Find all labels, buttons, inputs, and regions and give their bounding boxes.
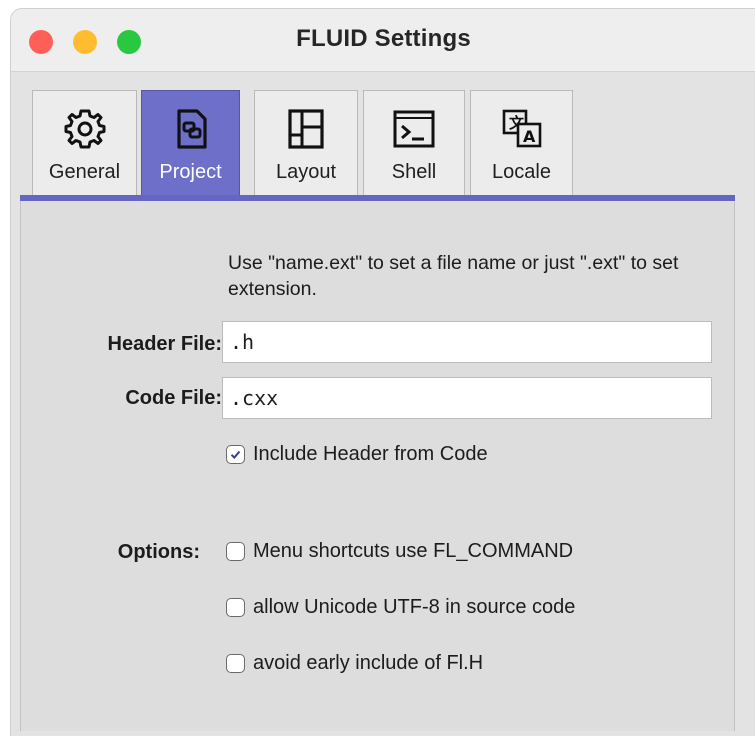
tab-general[interactable]: General	[32, 90, 137, 196]
svg-text:A: A	[523, 127, 536, 146]
options-label: Options:	[117, 541, 200, 563]
include-header-label: Include Header from Code	[253, 442, 488, 465]
code-file-label: Code File:	[125, 387, 222, 409]
tab-project[interactable]: Project	[141, 90, 240, 196]
early-include-checkbox[interactable]	[226, 653, 245, 673]
menu-shortcuts-checkbox[interactable]	[226, 541, 245, 561]
tab-layout[interactable]: Layout	[254, 90, 358, 196]
include-header-row[interactable]: Include Header from Code	[226, 441, 488, 467]
checkmark-icon	[230, 450, 241, 459]
terminal-icon	[393, 110, 435, 148]
header-file-label: Header File:	[107, 333, 222, 355]
tab-shell[interactable]: Shell	[363, 90, 465, 196]
utf8-source-label: allow Unicode UTF-8 in source code	[253, 595, 576, 618]
translate-icon: 文 A	[502, 109, 541, 148]
early-include-label: avoid early include of Fl.H	[253, 651, 484, 674]
code-file-input[interactable]	[222, 377, 712, 419]
tab-project-label: Project	[159, 161, 222, 183]
title-bar[interactable]: FLUID Settings	[11, 9, 755, 72]
tab-shell-label: Shell	[391, 161, 437, 183]
utf8-source-checkbox[interactable]	[226, 597, 245, 617]
tab-general-label: General	[48, 161, 121, 183]
project-icon	[176, 109, 207, 149]
menu-shortcuts-label: Menu shortcuts use FL_COMMAND	[253, 539, 574, 562]
option-row-early-include[interactable]: avoid early include of Fl.H	[226, 650, 483, 676]
tab-locale-label: Locale	[492, 161, 551, 183]
header-file-input[interactable]	[222, 321, 712, 363]
layout-icon	[288, 109, 324, 149]
file-name-hint: Use "name.ext" to set a file name or jus…	[228, 252, 679, 300]
include-header-checkbox[interactable]	[226, 444, 245, 464]
tab-layout-label: Layout	[275, 161, 337, 183]
option-row-utf8[interactable]: allow Unicode UTF-8 in source code	[226, 594, 575, 620]
option-row-menu-shortcuts[interactable]: Menu shortcuts use FL_COMMAND	[226, 538, 573, 564]
tab-locale[interactable]: 文 A Locale	[470, 90, 573, 196]
window-title: FLUID Settings	[296, 25, 471, 52]
gear-icon	[64, 109, 105, 149]
